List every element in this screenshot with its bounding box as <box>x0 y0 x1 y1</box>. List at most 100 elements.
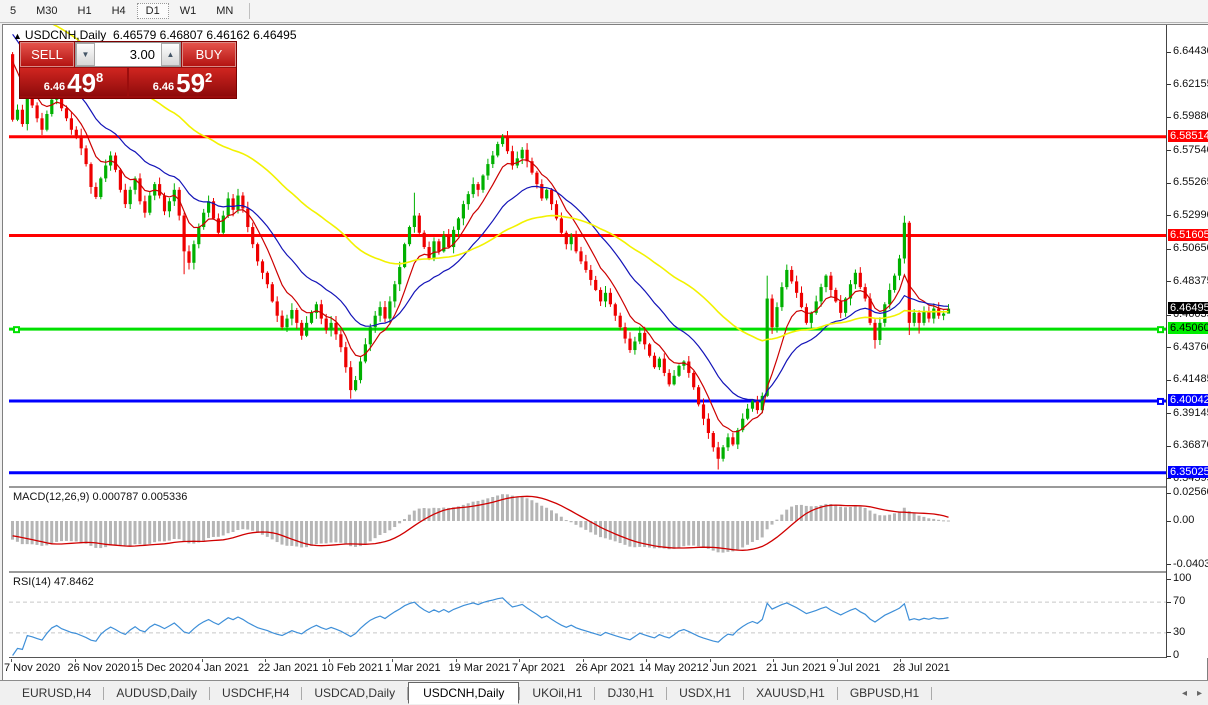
tab-ukoil-h1[interactable]: UKOil,H1 <box>520 683 594 703</box>
sell-price-sup: 8 <box>96 70 103 85</box>
price-level-badge: 6.51605 <box>1168 229 1208 241</box>
ohlc-close: 6.46495 <box>253 28 296 42</box>
price-tick-mark <box>1167 215 1171 216</box>
price-tick-label: 6.43760 <box>1173 341 1208 353</box>
toolbar-separator <box>249 3 250 19</box>
rsi-tick-label: 0 <box>1173 649 1179 661</box>
tab-audusd-daily[interactable]: AUDUSD,Daily <box>104 683 209 703</box>
tab-scroll-arrows: ◂▸ <box>1182 688 1202 699</box>
date-axis: 7 Nov 202026 Nov 202015 Dec 20204 Jan 20… <box>9 659 1166 680</box>
date-label: 2 Jun 2021 <box>703 662 757 674</box>
macd-tick-mark <box>1167 564 1171 565</box>
price-tick-label: 6.48375 <box>1173 275 1208 287</box>
date-label: 19 Mar 2021 <box>449 662 511 674</box>
tab-usdchf-h4[interactable]: USDCHF,H4 <box>210 683 301 703</box>
buy-price-sup: 2 <box>205 70 212 85</box>
date-label: 7 Nov 2020 <box>4 662 60 674</box>
sell-price-prefix: 6.46 <box>44 81 65 93</box>
tab-usdcad-daily[interactable]: USDCAD,Daily <box>302 683 407 703</box>
price-tick-mark <box>1167 315 1171 316</box>
chart-tab-bar: EURUSD,H4AUDUSD,DailyUSDCHF,H4USDCAD,Dai… <box>0 680 1208 705</box>
ohlc-low: 6.46162 <box>206 28 249 42</box>
price-level-badge: 6.58514 <box>1168 130 1208 142</box>
volume-stepper: ▼ 3.00 ▲ <box>75 42 181 67</box>
macd-tick-mark <box>1167 521 1171 522</box>
volume-increase-button[interactable]: ▲ <box>161 43 180 66</box>
chart-symbol-label: USDCNH,Daily <box>25 28 106 42</box>
price-level-badge: 6.46495 <box>1168 302 1208 314</box>
tab-scroll-right-icon[interactable]: ▸ <box>1197 688 1202 699</box>
timeframe-button-h1[interactable]: H1 <box>69 3 101 19</box>
price-tick-mark <box>1167 347 1171 348</box>
date-label: 14 May 2021 <box>639 662 703 674</box>
buy-button[interactable]: BUY <box>182 42 236 67</box>
timeframe-button-mn[interactable]: MN <box>207 3 242 19</box>
sell-price-big: 49 <box>67 71 96 95</box>
rsi-tick-label: 30 <box>1173 626 1185 638</box>
timeframe-button-h4[interactable]: H4 <box>103 3 135 19</box>
tab-dj30-h1[interactable]: DJ30,H1 <box>595 683 666 703</box>
date-label: 26 Apr 2021 <box>576 662 635 674</box>
buy-price-tile[interactable]: 6.46 59 2 <box>129 68 236 96</box>
ohlc-high: 6.46807 <box>160 28 203 42</box>
price-level-badge: 6.40042 <box>1168 394 1208 406</box>
buy-price-prefix: 6.46 <box>153 81 174 93</box>
plot-area: ▲USDCNH,Daily 6.46579 6.46807 6.46162 6.… <box>9 25 1166 680</box>
date-label: 10 Feb 2021 <box>322 662 384 674</box>
volume-decrease-button[interactable]: ▼ <box>76 43 95 66</box>
sell-button[interactable]: SELL <box>20 42 74 67</box>
sell-price-tile[interactable]: 6.46 49 8 <box>20 68 127 96</box>
rsi-tick-label: 100 <box>1173 572 1191 584</box>
price-scale[interactable]: 6.644306.621556.598806.575406.552656.529… <box>1166 25 1208 658</box>
rsi-tick-mark <box>1167 602 1171 603</box>
tab-scroll-left-icon[interactable]: ◂ <box>1182 688 1187 699</box>
volume-input[interactable]: 3.00 <box>95 43 161 66</box>
date-label: 7 Apr 2021 <box>512 662 565 674</box>
tab-xauusd-h1[interactable]: XAUUSD,H1 <box>744 683 837 703</box>
mt4-application: 5M30H1H4D1W1MN ▲USDCNH,Daily 6.46579 6.4… <box>0 0 1208 705</box>
moving-average-8 <box>13 62 949 432</box>
price-tick-label: 6.62155 <box>1173 78 1208 90</box>
macd-tick-label: 0.025609 <box>1173 486 1208 498</box>
macd-tick-mark <box>1167 493 1171 494</box>
date-label: 9 Jul 2021 <box>830 662 881 674</box>
price-tick-label: 6.39145 <box>1173 407 1208 419</box>
price-tick-mark <box>1167 84 1171 85</box>
price-tick-label: 6.52990 <box>1173 209 1208 221</box>
date-label: 4 Jan 2021 <box>195 662 249 674</box>
tab-separator <box>931 687 932 700</box>
timeframe-button-d1[interactable]: D1 <box>137 3 169 19</box>
chart-window: ▲USDCNH,Daily 6.46579 6.46807 6.46162 6.… <box>2 24 1208 681</box>
tab-usdcnh-daily[interactable]: USDCNH,Daily <box>408 682 519 704</box>
macd-tick-label: 0.00 <box>1173 514 1194 526</box>
ohlc-open: 6.46579 <box>113 28 156 42</box>
rsi-label: RSI(14) 47.8462 <box>13 576 94 588</box>
date-label: 21 Jun 2021 <box>766 662 827 674</box>
timeframe-button-m30[interactable]: M30 <box>27 3 66 19</box>
price-level-badge: 6.35025 <box>1168 466 1208 478</box>
price-tick-label: 6.50650 <box>1173 242 1208 254</box>
timeframe-button-5[interactable]: 5 <box>1 3 25 19</box>
timeframe-button-w1[interactable]: W1 <box>171 3 206 19</box>
timeframe-toolbar: 5M30H1H4D1W1MN <box>0 0 1208 23</box>
rsi-tick-mark <box>1167 579 1171 580</box>
tab-gbpusd-h1[interactable]: GBPUSD,H1 <box>838 683 931 703</box>
price-tick-label: 6.59880 <box>1173 110 1208 122</box>
date-label: 22 Jan 2021 <box>258 662 319 674</box>
date-label: 26 Nov 2020 <box>68 662 130 674</box>
price-tick-mark <box>1167 249 1171 250</box>
one-click-trade-panel: SELL ▼ 3.00 ▲ BUY 6.46 49 8 6.46 <box>19 41 237 99</box>
price-tick-mark <box>1167 478 1171 479</box>
price-tick-label: 6.36870 <box>1173 439 1208 451</box>
price-tick-mark <box>1167 183 1171 184</box>
price-tick-mark <box>1167 413 1171 414</box>
rsi-canvas <box>9 573 1166 657</box>
one-click-toggle-icon[interactable]: ▲ <box>13 31 22 41</box>
price-tick-mark <box>1167 117 1171 118</box>
date-label: 1 Mar 2021 <box>385 662 441 674</box>
date-label: 28 Jul 2021 <box>893 662 950 674</box>
price-tick-label: 6.55265 <box>1173 176 1208 188</box>
date-label: 15 Dec 2020 <box>131 662 193 674</box>
tab-eurusd-h4[interactable]: EURUSD,H4 <box>10 683 103 703</box>
tab-usdx-h1[interactable]: USDX,H1 <box>667 683 743 703</box>
